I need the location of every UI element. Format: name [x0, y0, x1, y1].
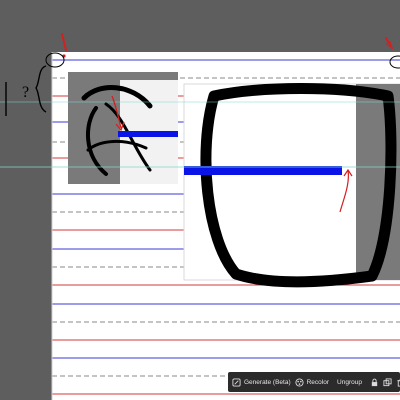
annotation-circle	[389, 55, 400, 69]
brace-mark	[35, 65, 47, 113]
small-blue-marker	[118, 131, 178, 137]
duplicate-button[interactable]	[383, 377, 392, 387]
question-mark-annotation: ?	[22, 84, 29, 101]
generate-button[interactable]: Generate (Beta)	[232, 377, 291, 387]
recolor-label: Recolor	[306, 378, 330, 386]
lock-button[interactable]	[370, 378, 379, 387]
recolor-button[interactable]: Recolor	[295, 377, 330, 387]
annotation-stroke	[61, 33, 67, 51]
ungroup-button[interactable]: Ungroup	[337, 379, 362, 386]
zoomed-letter-panel[interactable]	[183, 83, 400, 288]
brace-annotation: ?	[5, 65, 47, 116]
trash-icon	[396, 378, 400, 387]
delete-button[interactable]	[396, 378, 400, 387]
context-taskbar: Generate (Beta) Recolor Ungroup	[228, 372, 400, 392]
generate-label: Generate (Beta)	[244, 378, 291, 386]
duplicate-icon	[383, 377, 392, 387]
recolor-icon	[295, 377, 304, 387]
artboard[interactable]: ?	[0, 0, 400, 400]
sparkle-icon	[232, 377, 241, 387]
ungroup-label: Ungroup	[337, 378, 362, 386]
lock-icon	[370, 378, 379, 387]
